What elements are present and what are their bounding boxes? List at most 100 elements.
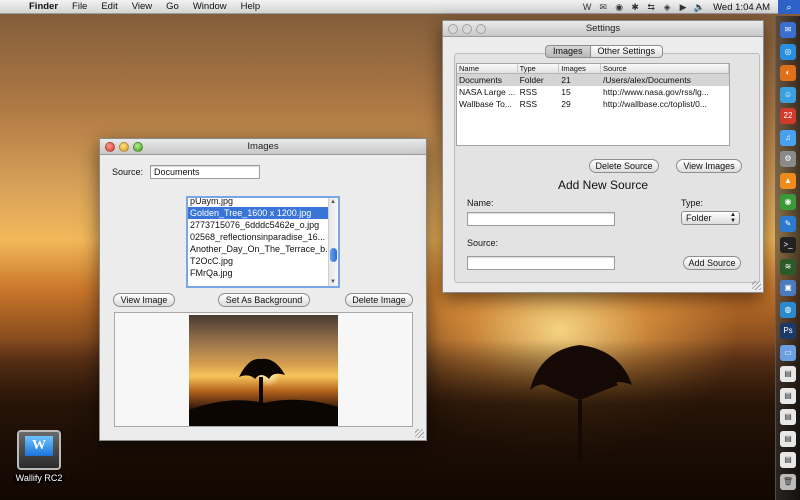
menu-clock[interactable]: Wed 1:04 AM: [707, 2, 778, 13]
column-header-name[interactable]: Name: [457, 64, 518, 73]
vlc-icon[interactable]: ▲: [780, 172, 796, 189]
editor-icon[interactable]: ✎: [780, 215, 796, 232]
photoshop-icon[interactable]: Ps: [780, 323, 796, 339]
globe-icon[interactable]: ◍: [780, 301, 796, 318]
folder-icon[interactable]: ▭: [780, 344, 796, 361]
document-icon[interactable]: ▤: [780, 366, 796, 382]
itunes-icon[interactable]: ♫: [780, 129, 796, 146]
firefox-icon[interactable]: ◐: [780, 65, 796, 81]
list-item[interactable]: 2773715076_6dddc5462e_o.jpg: [188, 219, 330, 231]
type-select[interactable]: Folder ▲ ▼: [681, 211, 740, 225]
zoom-icon[interactable]: [133, 142, 143, 152]
preview-icon[interactable]: ▣: [780, 280, 796, 296]
view-images-button[interactable]: View Images: [676, 159, 742, 173]
wallify-desktop-icon[interactable]: W Wallify RC2: [10, 430, 68, 484]
scrollbar-thumb[interactable]: [330, 248, 337, 262]
source-input[interactable]: [467, 256, 615, 270]
scroll-up-icon[interactable]: ▲: [330, 199, 336, 205]
dock: ✉ ◎ ◐ ☺ 22 ♫ ⚙ ▲ ◉ ✎ >_ ≋ ▣ ◍ Ps ▭ ▤ ▤ ▤ ▤ ▤ 🗑: [775, 16, 800, 500]
record-status-icon[interactable]: ◉: [611, 2, 627, 13]
list-item[interactable]: T2OcC.jpg: [188, 255, 330, 267]
close-icon[interactable]: [448, 24, 458, 34]
wallpaper-tree-silhouette: [530, 345, 632, 460]
image-file-list[interactable]: pUaym.jpg Golden_Tree_1600 x 1200.jpg 27…: [186, 196, 340, 288]
table-header: Name Type Images Source: [457, 64, 729, 74]
source-field[interactable]: Documents: [150, 165, 260, 179]
mail-status-icon[interactable]: ✉: [595, 2, 611, 13]
column-header-source[interactable]: Source: [601, 64, 729, 73]
calendar-icon[interactable]: 22: [780, 108, 796, 124]
bluetooth-status-icon[interactable]: ✱: [627, 2, 643, 13]
table-cell: RSS: [519, 87, 538, 97]
delete-source-button[interactable]: Delete Source: [589, 159, 659, 173]
sources-table[interactable]: Name Type Images Source Documents Folder…: [456, 63, 730, 146]
images-window: Images Source: Documents pUaym.jpg Golde…: [99, 138, 427, 441]
list-item[interactable]: Another_Day_On_The_Terrace_b...: [188, 243, 330, 255]
table-cell: http://www.nasa.gov/rss/lg...: [602, 87, 709, 97]
mail-icon[interactable]: ✉: [780, 22, 796, 38]
source-label: Source:: [467, 238, 499, 248]
delete-image-button[interactable]: Delete Image: [345, 293, 413, 307]
menu-window[interactable]: Window: [186, 1, 234, 12]
add-new-source-heading: Add New Source: [557, 178, 649, 192]
table-cell: /Users/alex/Documents: [602, 75, 691, 85]
resize-grip[interactable]: [415, 429, 424, 438]
image-preview-panel: [114, 312, 413, 427]
list-scrollbar[interactable]: ▲ ▼: [328, 198, 338, 286]
type-label: Type:: [681, 198, 704, 208]
chat-icon[interactable]: ☺: [780, 86, 796, 103]
settings-window: Settings Images Other Settings Name Type…: [442, 20, 764, 293]
name-field[interactable]: [467, 212, 615, 226]
set-as-background-button[interactable]: Set As Background: [218, 293, 310, 307]
column-header-type[interactable]: Type: [518, 64, 560, 73]
column-header-images[interactable]: Images: [559, 64, 601, 73]
menu-app-name[interactable]: Finder: [22, 1, 65, 12]
document-icon-3[interactable]: ▤: [780, 409, 796, 425]
table-row[interactable]: NASA Large ... RSS 15 http://www.nasa.go…: [457, 86, 729, 98]
window-controls: [448, 24, 486, 34]
document-icon-4[interactable]: ▤: [780, 430, 796, 447]
images-window-titlebar[interactable]: Images: [100, 139, 426, 155]
close-icon[interactable]: [105, 142, 115, 152]
menu-view[interactable]: View: [125, 1, 159, 12]
trash-icon[interactable]: 🗑: [780, 473, 796, 490]
safari-icon[interactable]: ◎: [780, 43, 796, 60]
minimize-icon[interactable]: [119, 142, 129, 152]
source-label: Source:: [112, 167, 144, 177]
document-icon-5[interactable]: ▤: [780, 452, 796, 468]
tab-other-settings[interactable]: Other Settings: [590, 45, 664, 58]
wallify-status-icon[interactable]: W: [579, 2, 595, 12]
menu-file[interactable]: File: [65, 1, 94, 12]
list-item[interactable]: pUaym.jpg: [188, 198, 330, 207]
system-preferences-icon[interactable]: ⚙: [780, 151, 796, 167]
sync-status-icon[interactable]: ⇆: [643, 2, 659, 13]
terminal-icon[interactable]: >_: [780, 237, 796, 253]
zoom-icon[interactable]: [476, 24, 486, 34]
tab-images[interactable]: Images: [545, 45, 591, 58]
document-icon-2[interactable]: ▤: [780, 387, 796, 404]
monitor-icon: W: [17, 430, 61, 470]
settings-window-titlebar[interactable]: Settings: [443, 21, 763, 37]
volume-status-icon[interactable]: 🔈: [691, 2, 707, 13]
menu-go[interactable]: Go: [159, 1, 186, 12]
view-image-button[interactable]: View Image: [113, 293, 175, 307]
menu-help[interactable]: Help: [234, 1, 268, 12]
activity-monitor-icon[interactable]: ≋: [780, 258, 796, 275]
spotlight-search-icon[interactable]: ⌕: [778, 0, 800, 14]
chrome-icon[interactable]: ◉: [780, 194, 796, 210]
menu-edit[interactable]: Edit: [94, 1, 124, 12]
scroll-down-icon[interactable]: ▼: [330, 279, 336, 285]
wifi-status-icon[interactable]: ◈: [659, 2, 675, 13]
list-item[interactable]: 02568_reflectionsinparadise_16...: [188, 231, 330, 243]
table-row-selected[interactable]: Documents Folder 21 /Users/alex/Document…: [457, 74, 729, 86]
minimize-icon[interactable]: [462, 24, 472, 34]
table-row[interactable]: Wallbase To... RSS 29 http://wallbase.cc…: [457, 98, 729, 110]
table-cell: Documents: [459, 75, 502, 85]
list-item-selected[interactable]: Golden_Tree_1600 x 1200.jpg: [188, 207, 330, 219]
battery-status-icon[interactable]: ▶: [675, 2, 691, 13]
images-window-title: Images: [247, 141, 279, 152]
resize-grip[interactable]: [752, 281, 761, 290]
add-source-button[interactable]: Add Source: [683, 256, 741, 270]
window-controls: [105, 142, 143, 152]
list-item[interactable]: FMrQa.jpg: [188, 267, 330, 279]
